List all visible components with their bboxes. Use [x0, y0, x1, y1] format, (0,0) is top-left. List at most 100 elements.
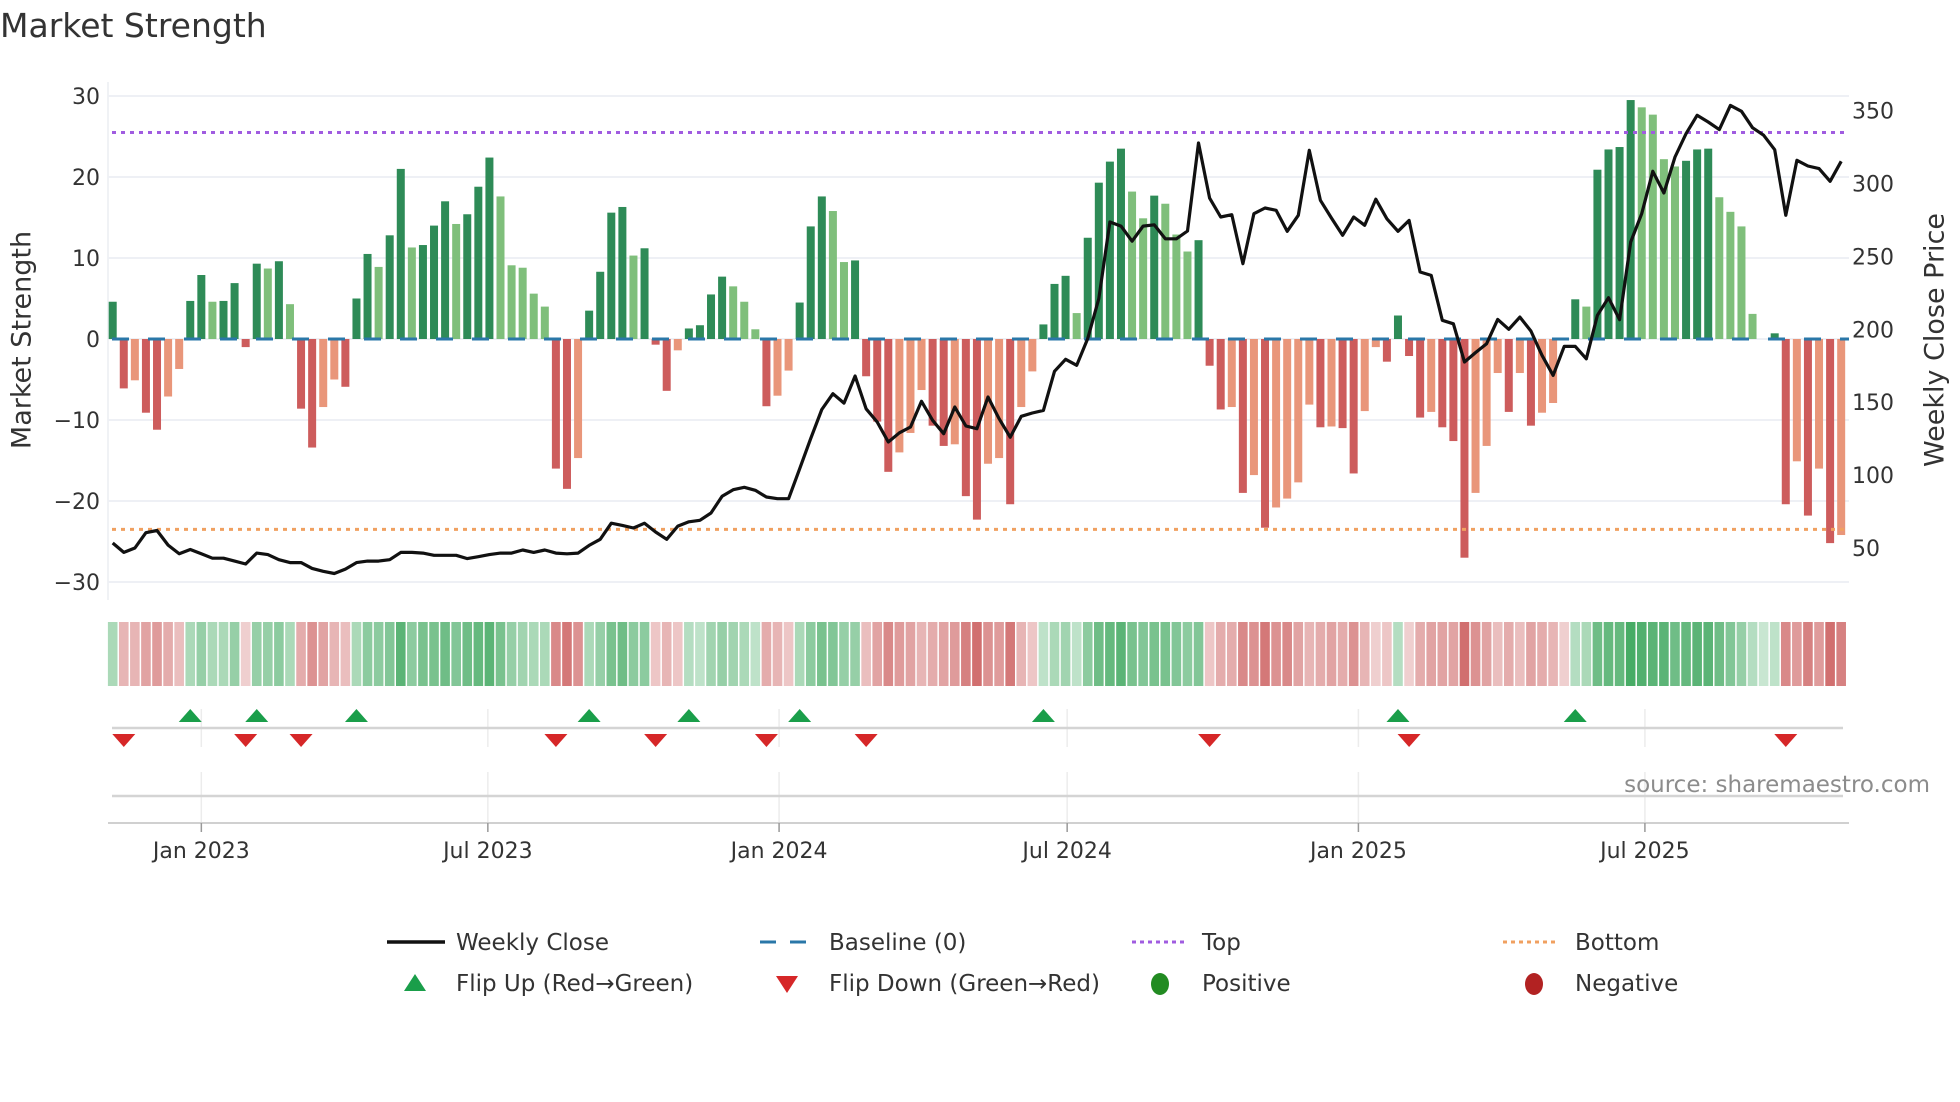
y-tick-label: −30: [54, 571, 100, 596]
bar-negative: [1826, 339, 1835, 544]
bar-negative: [1017, 339, 1026, 408]
strip-cell: [395, 622, 406, 686]
bar-negative: [862, 339, 871, 377]
strip-cell: [761, 622, 772, 686]
strip-cell: [1659, 622, 1669, 686]
bar-positive: [1670, 166, 1679, 339]
strip-cell: [130, 622, 140, 686]
y-tick-label: 20: [72, 166, 100, 191]
triangle-down-icon: [776, 976, 798, 993]
flip-up-marker: [1386, 709, 1410, 722]
legend-label: Flip Down (Green→Red): [829, 971, 1100, 997]
strip-cell: [562, 622, 572, 686]
legend-item-top[interactable]: Top: [1132, 930, 1241, 956]
legend-item-bottom[interactable]: Bottom: [1503, 930, 1659, 956]
strip-cell: [1027, 622, 1038, 686]
strip-cell: [1260, 622, 1270, 686]
legend-item-flip-up[interactable]: Flip Up (Red→Green): [404, 971, 693, 997]
legend-item-positive[interactable]: Positive: [1151, 971, 1291, 997]
strip-cell: [473, 622, 484, 686]
flip-down-marker: [544, 734, 568, 747]
y-tick-label: 10: [72, 247, 100, 272]
strip-cell: [916, 622, 927, 686]
strip-cell: [1426, 622, 1437, 686]
bar-positive: [596, 271, 605, 339]
strip-cell: [1648, 622, 1658, 686]
legend-item-negative[interactable]: Negative: [1525, 971, 1678, 997]
strip-cell: [1315, 622, 1326, 686]
y2-tick-label: 200: [1852, 318, 1894, 343]
strip-cell: [1736, 622, 1747, 686]
strip-cell: [872, 622, 883, 686]
strip-cell: [961, 622, 971, 686]
bar-positive: [751, 329, 760, 339]
strip-cell: [1182, 622, 1193, 686]
y-tick-label: −10: [54, 409, 100, 434]
legend-item-flip-down[interactable]: Flip Down (Green→Red): [776, 971, 1100, 997]
flip-up-marker: [245, 709, 269, 722]
bar-negative: [917, 339, 926, 391]
bar-negative: [1205, 339, 1214, 366]
flip-down-marker: [112, 734, 136, 747]
bar-negative: [1261, 339, 1270, 528]
legend-item-weekly-close[interactable]: Weekly Close: [387, 930, 609, 956]
bar-negative: [1305, 339, 1314, 405]
strip-cell: [1393, 622, 1403, 686]
bar-negative: [1449, 339, 1458, 442]
strip-cell: [1625, 622, 1636, 686]
strip-cell: [639, 622, 650, 686]
strip-cell: [805, 622, 816, 686]
legend-label: Baseline (0): [829, 930, 966, 956]
bar-negative: [1803, 339, 1812, 516]
bar-positive: [496, 196, 505, 339]
strip-cell: [905, 622, 916, 686]
y2-tick-label: 100: [1852, 464, 1894, 489]
bar-positive: [186, 300, 195, 339]
bar-negative: [308, 339, 317, 448]
strip-cell: [141, 622, 151, 686]
strip-cell: [883, 622, 894, 686]
strip-cell: [462, 622, 473, 686]
bar-positive: [208, 301, 217, 339]
strip-cell: [1193, 622, 1204, 686]
strip-cell: [1515, 622, 1525, 686]
strip-cell: [739, 622, 750, 686]
x-tick-label: Jan 2023: [151, 839, 250, 864]
bar-positive: [1715, 197, 1724, 339]
strip-cell: [1559, 622, 1569, 686]
bar-negative: [1028, 339, 1037, 372]
strip-cell: [1703, 622, 1714, 686]
bar-negative: [773, 339, 782, 396]
strip-cell: [229, 622, 240, 686]
y2-axis-title: Weekly Close Price: [1920, 213, 1951, 467]
legend-item-baseline[interactable]: Baseline (0): [760, 930, 966, 956]
strip-cell: [1359, 622, 1370, 686]
bar-positive: [851, 260, 860, 339]
strip-cell: [894, 622, 905, 686]
strip-cell: [528, 622, 539, 686]
circle-negative-icon: [1525, 973, 1543, 995]
bar-positive: [263, 268, 272, 339]
strip-cell: [1171, 622, 1182, 686]
bar-positive: [1128, 191, 1137, 339]
bar-negative: [1294, 339, 1303, 483]
bar-positive: [518, 267, 527, 339]
strip-cell: [794, 622, 805, 686]
strip-cell: [351, 622, 362, 686]
bar-negative: [551, 339, 560, 469]
bar-positive: [1604, 149, 1613, 339]
bar-negative: [995, 339, 1004, 459]
flip-up-marker: [178, 709, 202, 722]
strip-cell: [772, 622, 783, 686]
bar-positive: [1582, 306, 1591, 339]
strip-cell: [750, 622, 761, 686]
bar-negative: [1471, 339, 1480, 493]
strip-cell: [1094, 622, 1104, 686]
flip-down-marker: [289, 734, 313, 747]
bar-negative: [1249, 339, 1258, 476]
bar-positive: [707, 294, 716, 339]
y-tick-label: −20: [54, 490, 100, 515]
strip-cell: [949, 622, 960, 686]
bar-positive: [463, 214, 472, 339]
bar-positive: [1748, 313, 1757, 339]
